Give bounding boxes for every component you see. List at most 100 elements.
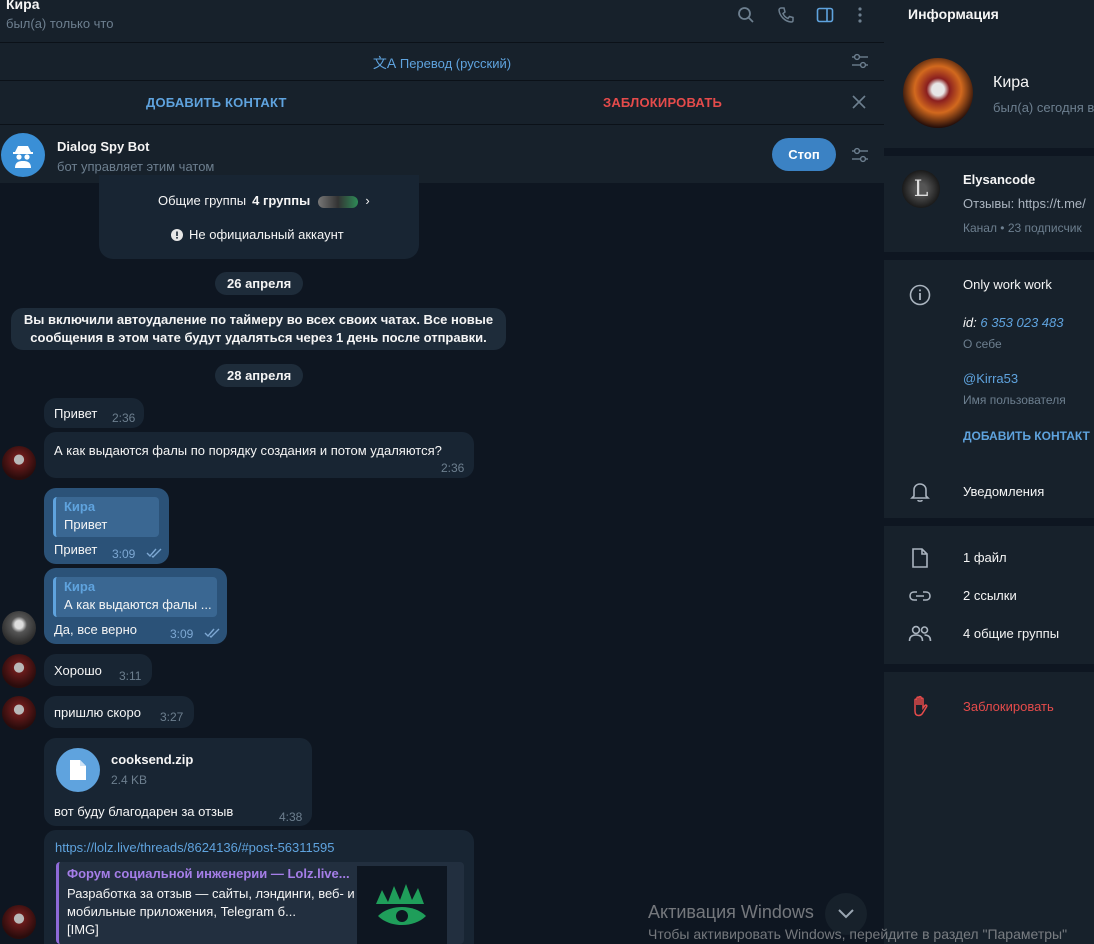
sender-avatar[interactable]	[2, 446, 36, 480]
preview-description: Разработка за отзыв — сайты, лэндинги, в…	[67, 886, 355, 919]
reply-quote[interactable]: Кира Привет	[53, 497, 159, 537]
channel-name[interactable]: Elysancode	[963, 172, 1035, 187]
message-time: 3:09	[112, 547, 136, 561]
own-avatar[interactable]	[2, 611, 36, 645]
message-link[interactable]: https://lolz.live/threads/8624136/#post-…	[55, 840, 334, 855]
divider	[884, 664, 1094, 672]
message-bubble[interactable]: Хорошо 3:11	[44, 654, 152, 686]
preview-thumbnail	[357, 866, 447, 944]
file-message-bubble[interactable]: cooksend.zip 2.4 KB вот буду благодарен …	[44, 738, 312, 826]
chat-header[interactable]: Кира был(а) только что	[0, 0, 884, 42]
link-icon	[908, 584, 932, 608]
panel-block-button[interactable]: Заблокировать	[963, 699, 1054, 714]
telegram-app: Кира был(а) только что 文A Перевод (русск…	[0, 0, 1094, 944]
reply-quote-name: Кира	[64, 499, 96, 514]
file-icon	[908, 546, 932, 570]
preview-image-tag: [IMG]	[67, 922, 99, 937]
common-groups-row[interactable]: Общие группы 4 группы ›	[158, 193, 370, 208]
shared-links-link[interactable]: 2 ссылки	[963, 588, 1017, 603]
panel-title: Информация	[908, 6, 999, 22]
translate-label: Перевод (русский)	[399, 56, 512, 71]
common-groups-value: 4 группы	[252, 193, 311, 208]
link-preview[interactable]: Форум социальной инженерии — Lolz.live..…	[56, 862, 464, 944]
bot-subtitle: бот управляет этим чатом	[57, 159, 215, 174]
channel-subscribers: Канал • 23 подписчик	[963, 221, 1082, 235]
translate-icon: 文A	[372, 55, 397, 71]
sender-avatar[interactable]	[2, 654, 36, 688]
close-icon[interactable]	[848, 91, 870, 113]
channel-avatar[interactable]: L	[902, 170, 940, 208]
windows-activation-title: Активация Windows	[648, 902, 814, 922]
profile-avatar[interactable]	[903, 58, 973, 128]
panel-add-contact-button[interactable]: ДОБАВИТЬ КОНТАКТ	[963, 429, 1090, 443]
message-text: Да, все верно	[54, 622, 137, 637]
preview-title: Разработка за отзыв — сайты, лэндинги, в…	[67, 885, 367, 939]
group-avatars-icon	[317, 195, 358, 208]
chevron-down-icon	[838, 909, 854, 919]
reply-quote-text: Привет	[64, 517, 108, 532]
stop-button[interactable]: Стоп	[772, 138, 836, 171]
message-bubble[interactable]: А как выдаются фалы по порядку создания …	[44, 432, 474, 478]
not-official-label: Не официальный аккаунт	[189, 227, 344, 242]
message-time: 3:27	[160, 710, 184, 724]
divider	[884, 148, 1094, 156]
chat-status: был(а) только что	[6, 16, 114, 31]
chevron-right-icon: ›	[365, 193, 370, 208]
preview-site-name: Форум социальной инженерии — Lolz.live..…	[67, 866, 350, 881]
reply-quote-text: А как выдаются фалы ...	[64, 597, 212, 612]
info-panel: Информация Кира был(а) сегодня в L Elysa…	[884, 0, 1094, 944]
profile-name: Кира	[993, 74, 1030, 91]
block-button[interactable]: ЗАБЛОКИРОВАТЬ	[603, 95, 722, 110]
spy-icon	[13, 146, 33, 168]
groups-icon	[908, 622, 932, 646]
more-menu-icon[interactable]	[849, 4, 871, 26]
message-text: Привет	[54, 406, 98, 421]
info-icon	[908, 283, 932, 307]
channel-description: Отзывы: https://t.me/	[963, 196, 1086, 211]
shared-files-link[interactable]: 1 файл	[963, 550, 1007, 565]
sidebar-toggle-icon[interactable]	[814, 4, 836, 26]
message-time: 4:38	[279, 810, 303, 824]
double-check-icon	[204, 626, 220, 641]
common-groups-link[interactable]: 4 общие группы	[963, 626, 1059, 641]
file-name[interactable]: cooksend.zip	[111, 752, 193, 767]
service-message: Вы включили автоудаление по таймеру во в…	[11, 308, 506, 350]
message-bubble-outgoing[interactable]: Кира Привет Привет 3:09	[44, 488, 169, 564]
search-icon[interactable]	[735, 4, 757, 26]
link-message-bubble[interactable]: https://lolz.live/threads/8624136/#post-…	[44, 830, 474, 944]
sender-avatar[interactable]	[2, 696, 36, 730]
message-text: А как выдаются фалы по порядку создания …	[54, 443, 442, 458]
lolz-logo-icon	[376, 884, 426, 925]
reply-quote[interactable]: Кира А как выдаются фалы ...	[53, 577, 217, 617]
divider	[884, 252, 1094, 260]
add-contact-button[interactable]: ДОБАВИТЬ КОНТАКТ	[146, 95, 287, 110]
user-id-label: id:	[963, 315, 977, 330]
bell-icon	[908, 480, 932, 504]
username-link[interactable]: @Kirra53	[963, 371, 1018, 386]
translate-settings-icon[interactable]	[849, 50, 871, 72]
message-text: пришлю скоро	[54, 705, 141, 720]
message-time: 3:11	[119, 669, 142, 683]
about-text: Only work work	[963, 277, 1052, 292]
username-caption: Имя пользователя	[963, 393, 1066, 407]
bot-settings-icon[interactable]	[849, 144, 871, 166]
bot-name: Dialog Spy Bot	[57, 139, 150, 154]
message-bubble[interactable]: пришлю скоро 3:27	[44, 696, 194, 728]
common-groups-label: Общие группы	[158, 193, 247, 208]
notifications-toggle[interactable]: Уведомления	[963, 484, 1044, 499]
translate-bar: 文A Перевод (русский)	[0, 42, 884, 80]
translate-button[interactable]: 文A Перевод (русский)	[0, 53, 884, 73]
windows-activation-subtitle: Чтобы активировать Windows, перейдите в …	[648, 926, 1068, 942]
sender-avatar[interactable]	[2, 905, 36, 939]
profile-status: был(а) сегодня в	[993, 100, 1094, 115]
message-bubble-outgoing[interactable]: Кира А как выдаются фалы ... Да, все вер…	[44, 568, 227, 644]
user-id-row[interactable]: id: 6 353 023 483	[963, 315, 1064, 330]
phone-icon[interactable]	[775, 4, 797, 26]
file-download-button[interactable]	[56, 748, 100, 792]
message-bubble[interactable]: Привет 2:36	[44, 398, 144, 428]
date-divider: 28 апреля	[215, 364, 304, 387]
message-time: 2:36	[441, 461, 465, 475]
message-time: 3:09	[170, 627, 194, 641]
chat-title[interactable]: Кира	[6, 0, 40, 12]
file-size: 2.4 KB	[111, 773, 148, 787]
